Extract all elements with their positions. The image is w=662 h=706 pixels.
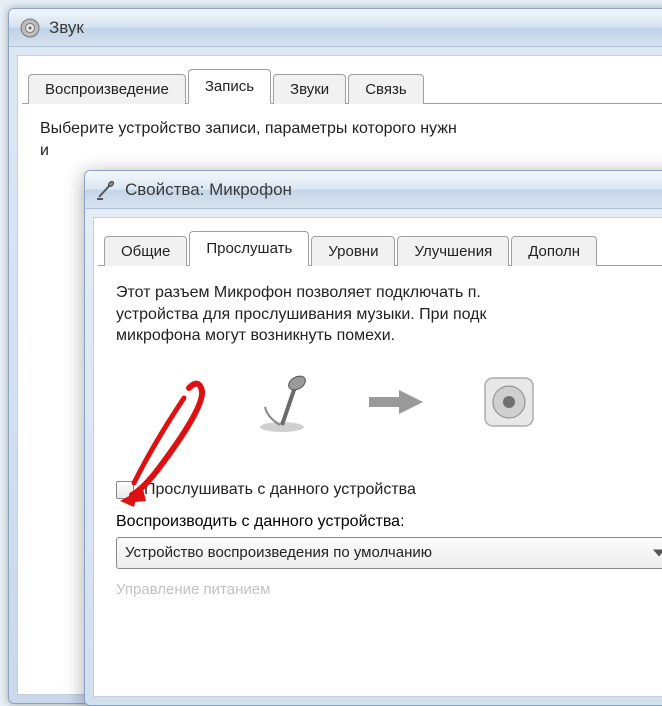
listen-description: Этот разъем Микрофон позволяет подключат… [116,282,662,347]
listen-checkbox-row: Прослушивать с данного устройства [116,481,662,499]
tab-advanced[interactable]: Дополн [511,236,597,266]
device-flow-illustration [116,367,662,441]
mic-titlebar[interactable]: Свойства: Микрофон [85,171,662,209]
dropdown-selected-text: Устройство воспроизведения по умолчанию [125,544,432,561]
tab-recording[interactable]: Запись [188,69,271,104]
listen-checkbox[interactable] [116,481,134,499]
sound-titlebar[interactable]: Звук [9,9,662,47]
playback-device-label: Воспроизводить с данного устройства: [116,513,662,531]
mic-tabs: Общие Прослушать Уровни Улучшения Дополн [98,230,662,266]
sound-tab-content: Выберите устройство записи, параметры ко… [22,104,662,174]
tab-sounds[interactable]: Звуки [273,74,346,104]
tab-levels[interactable]: Уровни [311,236,395,266]
mic-device-icon [247,367,317,441]
sound-icon [19,17,41,39]
tab-general[interactable]: Общие [104,236,187,266]
listen-checkbox-label: Прослушивать с данного устройства [144,481,416,499]
playback-device-dropdown[interactable]: Устройство воспроизведения по умолчанию [116,537,662,569]
tab-enhancements[interactable]: Улучшения [397,236,509,266]
tab-playback[interactable]: Воспроизведение [28,74,186,104]
sound-instruction-2: и [40,142,656,160]
mic-tab-content: Этот разъем Микрофон позволяет подключат… [98,266,662,608]
sound-tabs: Воспроизведение Запись Звуки Связь [22,68,662,104]
power-management-label-cut: Управление питанием [116,581,662,598]
microphone-icon [95,179,117,201]
tab-communications[interactable]: Связь [348,74,423,104]
sound-title-text: Звук [49,18,84,38]
tab-listen[interactable]: Прослушать [189,231,309,266]
chevron-down-icon [653,549,662,556]
arrow-icon [367,387,427,421]
mic-title-text: Свойства: Микрофон [125,180,292,200]
speaker-device-icon [477,370,541,438]
mic-properties-window: Свойства: Микрофон Общие Прослушать Уров… [84,170,662,706]
sound-instruction: Выберите устройство записи, параметры ко… [40,120,656,138]
mic-body: Общие Прослушать Уровни Улучшения Дополн… [93,217,662,697]
